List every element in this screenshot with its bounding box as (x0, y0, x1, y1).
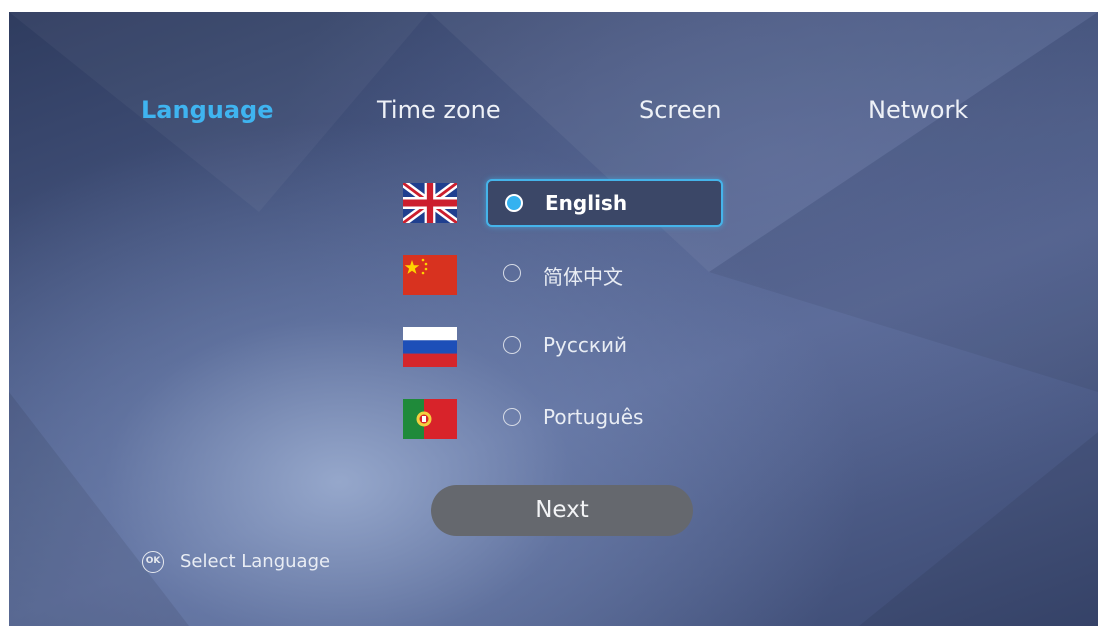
tab-time-zone[interactable]: Time zone (377, 96, 501, 124)
tab-network[interactable]: Network (868, 96, 968, 124)
ok-button-icon: OK (142, 551, 164, 573)
radio-unselected-icon (503, 336, 521, 354)
language-option-portuguese[interactable]: Português (486, 395, 723, 443)
language-option-english[interactable]: English (486, 179, 723, 227)
language-row-chinese: 简体中文 (9, 250, 1098, 300)
language-row-portuguese: Português (9, 394, 1098, 444)
portugal-flag-icon (403, 399, 457, 439)
china-flag-icon (403, 255, 457, 295)
language-row-russian: Русский (9, 322, 1098, 372)
uk-flag-icon (403, 183, 457, 223)
russia-flag-icon (403, 327, 457, 367)
hint-label: Select Language (180, 551, 331, 572)
radio-unselected-icon (503, 264, 521, 282)
language-label: English (545, 191, 628, 215)
tab-screen[interactable]: Screen (639, 96, 722, 124)
radio-selected-icon (505, 194, 523, 212)
language-option-chinese[interactable]: 简体中文 (486, 251, 723, 299)
language-label: Русский (543, 333, 627, 357)
radio-unselected-icon (503, 408, 521, 426)
language-label: 简体中文 (543, 265, 623, 289)
next-button[interactable]: Next (431, 485, 693, 536)
setup-screen: Language Time zone Screen Network Englis… (9, 12, 1098, 626)
language-label: Português (543, 405, 644, 429)
tab-language[interactable]: Language (141, 96, 274, 124)
language-row-english: English (9, 178, 1098, 228)
language-option-russian[interactable]: Русский (486, 323, 723, 371)
